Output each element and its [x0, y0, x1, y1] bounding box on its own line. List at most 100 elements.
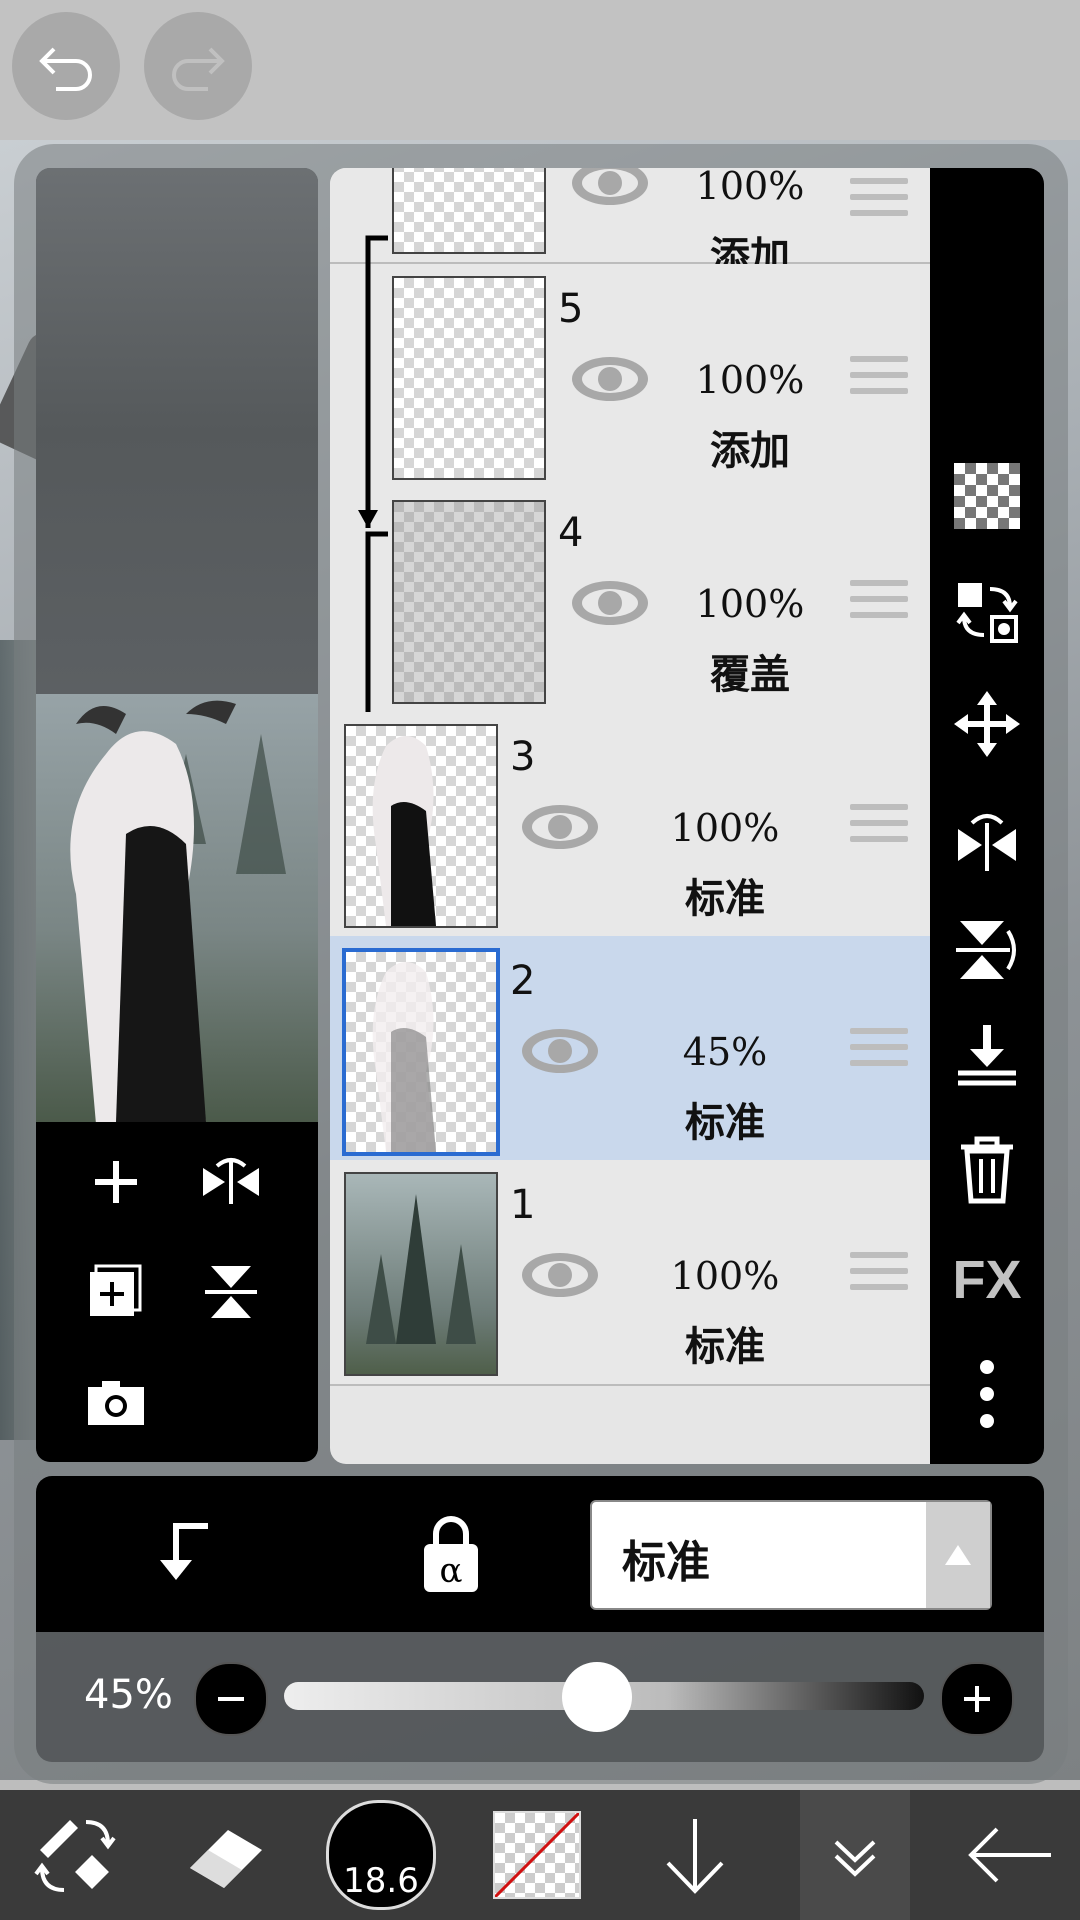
blend-mode-select[interactable]: 标准 — [590, 1500, 992, 1610]
drag-handle[interactable] — [850, 356, 908, 404]
redo-icon — [172, 47, 225, 91]
layer-blend-mode: 覆盖 — [710, 652, 790, 698]
opacity-slider-knob[interactable] — [562, 1662, 632, 1732]
flip-horizontal-icon — [203, 1158, 259, 1204]
collapse-button[interactable] — [800, 1790, 910, 1920]
transparency-button[interactable] — [947, 456, 1027, 536]
eye-icon[interactable] — [570, 354, 650, 404]
transparency-icon — [954, 463, 1020, 529]
drag-handle[interactable] — [850, 580, 908, 628]
brush-size-value: 18.6 — [343, 1861, 419, 1901]
move-icon — [954, 691, 1020, 757]
fx-icon: FX — [952, 1250, 1022, 1310]
layer-thumbnail — [342, 948, 500, 1156]
alpha-lock-button[interactable]: α — [416, 1510, 496, 1600]
layer-row[interactable]: 4 100% 覆盖 — [330, 488, 930, 714]
flip-vertical-preview-button[interactable] — [191, 1252, 271, 1332]
camera-button[interactable] — [76, 1362, 156, 1442]
layer-blend-mode: 标准 — [685, 1100, 765, 1146]
preview-image — [36, 694, 318, 1124]
layer-tools-sidebar: FX — [930, 168, 1044, 1464]
undo-button[interactable] — [12, 12, 120, 120]
layer-row[interactable]: 100% 添加 — [330, 168, 930, 280]
preview-zoom — [36, 168, 318, 694]
flip-vertical-button[interactable] — [947, 910, 1027, 990]
layer-thumbnail — [392, 168, 546, 254]
add-layer-button[interactable] — [76, 1142, 156, 1222]
merge-down-icon — [958, 1025, 1016, 1086]
alpha-lock-icon: α — [424, 1516, 478, 1592]
layer-row[interactable]: 1 100% 标准 — [330, 1160, 930, 1386]
eye-icon[interactable] — [570, 168, 650, 208]
arrow-left-icon — [968, 1827, 1051, 1883]
double-chevron-down-icon — [834, 1840, 876, 1877]
layer-number: 4 — [558, 510, 584, 556]
camera-icon — [88, 1381, 144, 1425]
layer-opacity: 100% — [670, 1254, 780, 1298]
undo-icon — [39, 47, 92, 91]
top-bar — [0, 0, 1080, 140]
fx-button[interactable]: FX — [947, 1240, 1027, 1320]
clipping-arrows — [358, 235, 388, 718]
plus-icon — [95, 1161, 137, 1203]
tool-switch-button[interactable] — [0, 1790, 150, 1920]
preview-toolbar — [36, 1122, 318, 1462]
layer-thumbnail — [344, 724, 498, 928]
flip-horizontal-button[interactable] — [947, 802, 1027, 882]
dropdown-arrow[interactable] — [926, 1502, 990, 1608]
convert-button[interactable] — [947, 572, 1027, 652]
merge-down-button[interactable] — [947, 1016, 1027, 1096]
layer-down-button[interactable] — [620, 1790, 770, 1920]
trash-icon — [961, 1136, 1013, 1204]
opacity-decrease-button[interactable] — [194, 1662, 268, 1736]
clipping-icon — [160, 1523, 208, 1580]
layer-number: 2 — [510, 958, 536, 1004]
layer-opacity: 100% — [670, 806, 780, 850]
back-button[interactable] — [940, 1790, 1080, 1920]
layer-row[interactable]: 5 100% 添加 — [330, 264, 930, 490]
layer-number: 5 — [558, 286, 584, 332]
clipping-button[interactable] — [146, 1516, 226, 1596]
opacity-value: 45% — [84, 1672, 173, 1718]
more-button[interactable] — [947, 1354, 1027, 1434]
layer-thumbnail — [392, 500, 546, 704]
flip-horizontal-icon — [958, 814, 1016, 871]
eraser-button[interactable] — [150, 1790, 300, 1920]
eye-icon[interactable] — [520, 802, 600, 852]
more-icon — [980, 1360, 994, 1428]
layer-thumbnail — [344, 1172, 498, 1376]
layer-blend-mode: 标准 — [685, 876, 765, 922]
drag-handle[interactable] — [850, 1028, 908, 1076]
eye-icon[interactable] — [520, 1026, 600, 1076]
delete-layer-button[interactable] — [947, 1130, 1027, 1210]
flip-vertical-icon — [205, 1266, 257, 1318]
drag-handle[interactable] — [850, 804, 908, 852]
opacity-increase-button[interactable] — [940, 1662, 1014, 1736]
redo-button[interactable] — [144, 12, 252, 120]
layer-row-selected[interactable]: 2 45% 标准 — [330, 936, 930, 1162]
plus-icon — [964, 1686, 990, 1712]
arrow-down-icon — [666, 1819, 724, 1894]
bottom-toolbar: 18.6 — [0, 1790, 1080, 1920]
svg-text:α: α — [440, 1551, 463, 1591]
eraser-icon — [190, 1830, 262, 1888]
layer-blend-mode: 标准 — [685, 1324, 765, 1370]
brush-size-button[interactable]: 18.6 — [306, 1790, 456, 1920]
blend-mode-value: 标准 — [622, 1537, 710, 1588]
convert-icon — [956, 583, 1018, 643]
move-button[interactable] — [947, 684, 1027, 764]
layer-number: 3 — [510, 734, 536, 780]
color-button[interactable] — [462, 1790, 612, 1920]
drag-handle[interactable] — [850, 178, 908, 226]
triangle-up-icon — [945, 1545, 971, 1565]
color-swatch — [493, 1811, 581, 1899]
flip-preview-button[interactable] — [191, 1142, 271, 1222]
brush-eraser-swap-icon — [34, 1820, 116, 1892]
layer-row[interactable]: 3 100% 标准 — [330, 712, 930, 938]
layer-opacity: 100% — [695, 358, 805, 402]
eye-icon[interactable] — [520, 1250, 600, 1300]
duplicate-layer-button[interactable] — [76, 1252, 156, 1332]
copy-layer-icon — [90, 1264, 142, 1316]
drag-handle[interactable] — [850, 1252, 908, 1300]
eye-icon[interactable] — [570, 578, 650, 628]
